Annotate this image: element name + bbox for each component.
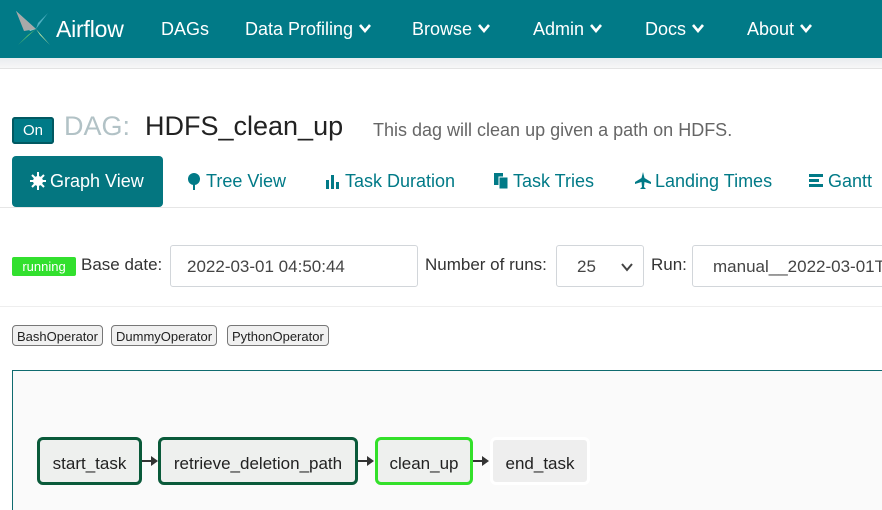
tab-task-duration-label: Task Duration [345, 171, 456, 191]
task-node-label: retrieve_deletion_path [173, 454, 343, 473]
num-runs-label: Number of runs: [425, 255, 547, 274]
flash-icon [30, 159, 46, 190]
nav-dags[interactable]: DAGs [161, 0, 209, 58]
task-node-end-task[interactable]: end_task [490, 437, 590, 485]
chevron-down-icon [590, 0, 603, 58]
edge-arrow-icon [151, 456, 158, 466]
dag-title-prefix: DAG: [64, 111, 131, 141]
base-date-label: Base date: [81, 255, 163, 274]
run-select[interactable]: manual__2022-03-01T [692, 245, 882, 287]
chevron-down-icon [359, 0, 372, 58]
nav-about-label: About [747, 19, 795, 39]
nav-admin[interactable]: Admin [533, 0, 603, 58]
form-divider [0, 306, 882, 307]
task-node-clean-up[interactable]: clean_up [375, 437, 473, 485]
nav-data-profiling-label: Data Profiling [245, 19, 354, 39]
chevron-down-icon [692, 0, 705, 58]
tab-tree-view[interactable]: Tree View [186, 156, 286, 207]
tab-gantt-label: Gantt [828, 171, 873, 191]
task-node-retrieve-deletion-path[interactable]: retrieve_deletion_path [158, 437, 358, 485]
edge-arrow-icon [367, 456, 374, 466]
tab-task-duration[interactable]: Task Duration [325, 156, 455, 207]
edge-arrow-icon [482, 456, 489, 466]
task-node-label: start_task [52, 454, 127, 473]
nav-dags-label: DAGs [161, 19, 210, 39]
nav-docs[interactable]: Docs [645, 0, 705, 58]
run-label: Run: [651, 255, 687, 274]
dag-state-badge: running [12, 257, 76, 276]
task-node-label: end_task [505, 454, 575, 473]
operator-legend-item: PythonOperator [227, 325, 329, 346]
chevron-down-icon [478, 0, 491, 58]
navbar-shadow-strip [0, 58, 882, 69]
tab-gantt[interactable]: Gantt [808, 156, 872, 207]
tab-tree-view-label: Tree View [206, 171, 287, 191]
align-left-icon [808, 159, 824, 187]
tab-landing-times-label: Landing Times [655, 171, 773, 191]
tree-icon [186, 159, 202, 190]
nav-browse-label: Browse [412, 19, 473, 39]
airflow-logo-icon [10, 5, 54, 54]
brand-name: Airflow [56, 15, 124, 42]
nav-data-profiling[interactable]: Data Profiling [245, 0, 372, 58]
num-runs-value: 25 [577, 257, 596, 276]
nav-docs-label: Docs [645, 19, 687, 39]
base-date-input[interactable]: 2022-03-01 04:50:44 [170, 245, 418, 287]
dag-pause-toggle[interactable]: On [12, 117, 54, 144]
base-date-value: 2022-03-01 04:50:44 [187, 257, 345, 276]
num-runs-select[interactable]: 25 [556, 245, 644, 287]
task-node-start-task[interactable]: start_task [37, 437, 142, 485]
bar-chart-icon [325, 159, 341, 189]
nav-about[interactable]: About [747, 0, 813, 58]
operator-legend-item: BashOperator [12, 325, 103, 346]
run-value: manual__2022-03-01T [713, 257, 882, 276]
tab-graph-view[interactable]: Graph View [12, 156, 163, 207]
duplicate-icon [493, 159, 509, 190]
brand-link[interactable]: Airflow [10, 6, 124, 52]
chevron-down-icon [800, 0, 813, 58]
tabs-divider [0, 207, 882, 208]
chevron-down-icon [621, 246, 633, 286]
tab-task-tries[interactable]: Task Tries [493, 156, 594, 207]
dag-id-title: HDFS_clean_up [145, 111, 344, 141]
dag-description: This dag will clean up given a path on H… [373, 120, 733, 140]
plane-icon [635, 159, 651, 189]
nav-admin-label: Admin [533, 19, 585, 39]
nav-browse[interactable]: Browse [412, 0, 491, 58]
operator-legend-item: DummyOperator [111, 325, 218, 346]
tab-task-tries-label: Task Tries [513, 171, 595, 191]
top-navbar: Airflow DAGs Data Profiling Browse Admin… [0, 0, 882, 58]
tab-graph-view-label: Graph View [50, 171, 144, 191]
task-node-label: clean_up [389, 454, 459, 473]
tab-landing-times[interactable]: Landing Times [635, 156, 772, 207]
